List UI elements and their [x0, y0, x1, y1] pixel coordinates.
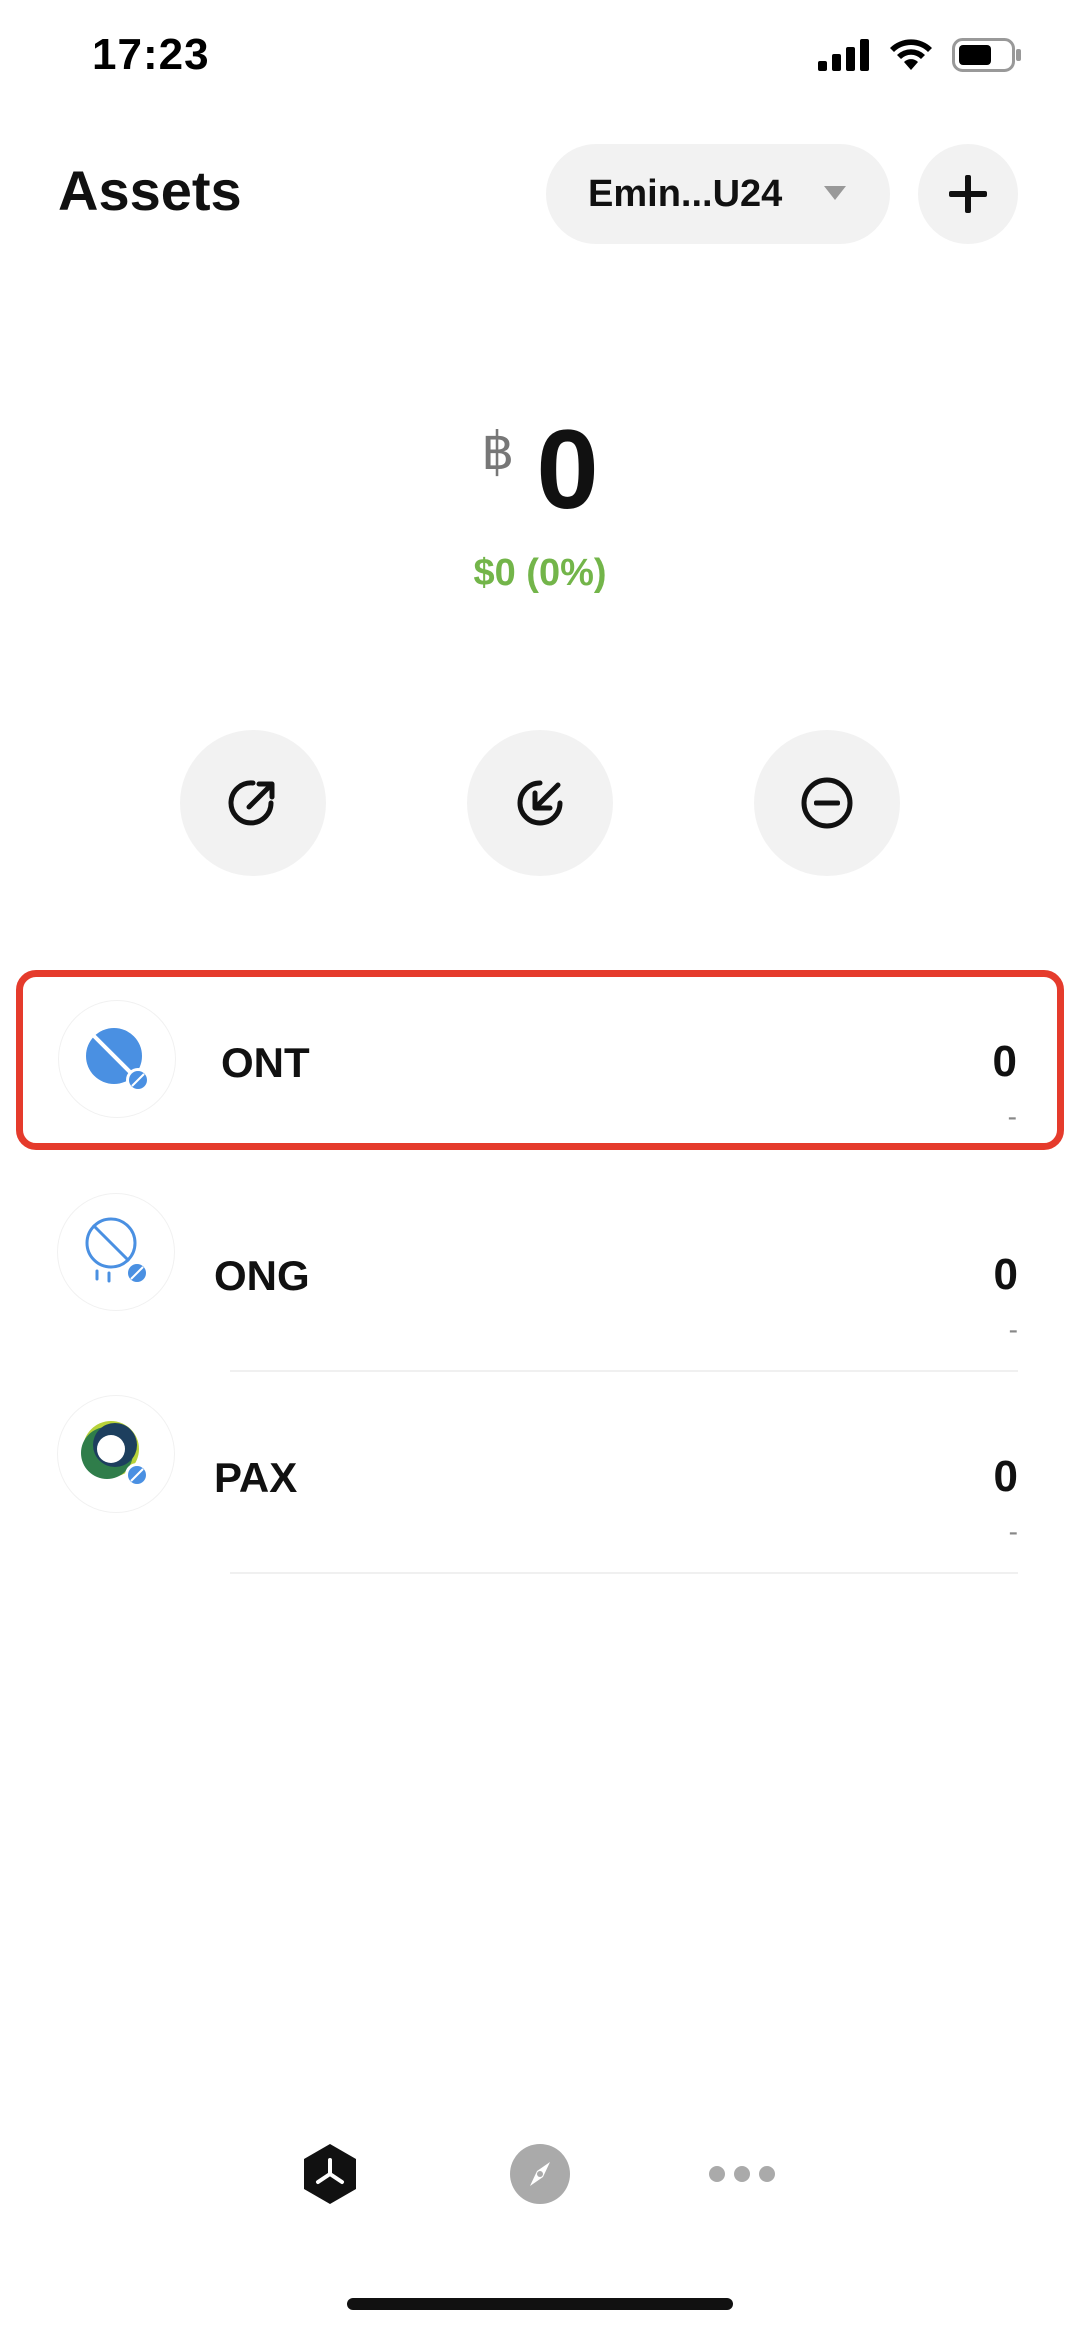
asset-amount: 0: [993, 1250, 1018, 1299]
ont-icon: [59, 1001, 175, 1117]
minus-circle-icon: [801, 777, 853, 829]
asset-fiat-value: -: [1007, 1101, 1017, 1132]
asset-symbol: PAX: [214, 1454, 298, 1501]
nav-assets[interactable]: [290, 2134, 370, 2214]
fiat-change: $0 (0%): [473, 552, 607, 594]
asset-amount: 0: [993, 1452, 1018, 1501]
caret-down-icon: [824, 186, 846, 200]
asset-fiat-value: -: [1008, 1314, 1018, 1345]
balance-amount: 0: [536, 407, 599, 532]
asset-symbol: ONG: [214, 1252, 310, 1299]
bottom-nav: [0, 2130, 1080, 2210]
send-button[interactable]: [180, 730, 326, 876]
cellular-signal-icon: [818, 39, 869, 71]
asset-fiat-value: -: [1008, 1516, 1018, 1547]
ong-icon: [58, 1194, 174, 1310]
wallet-selector[interactable]: Emin...U24: [546, 144, 890, 244]
page-title: Assets: [58, 159, 242, 222]
more-dots-icon: [709, 2166, 775, 2182]
wallet-name: Emin...U24: [588, 172, 783, 215]
wifi-icon: [890, 39, 932, 70]
home-indicator: [347, 2298, 733, 2310]
status-icons: [818, 38, 1022, 72]
asset-row-ont[interactable]: ONT 0 -: [16, 970, 1064, 1150]
divider: [230, 1572, 1018, 1574]
asset-symbol: ONT: [221, 1039, 310, 1086]
header: Assets Emin...U24: [0, 140, 1080, 250]
compass-icon: [510, 2144, 570, 2204]
receive-arrow-down-left-icon: [517, 780, 563, 826]
plus-icon: [949, 175, 987, 213]
asset-list: ONT 0 - ONG 0 - PAX 0 -: [0, 970, 1080, 1574]
balance-section: ฿ 0 $0 (0%): [0, 410, 1080, 595]
send-arrow-up-right-icon: [228, 780, 275, 826]
pax-icon: [58, 1396, 174, 1512]
nav-more[interactable]: [702, 2134, 782, 2214]
currency-symbol: ฿: [481, 423, 515, 481]
add-wallet-button[interactable]: [918, 144, 1018, 244]
status-time: 17:23: [92, 30, 210, 79]
nav-discover[interactable]: [500, 2134, 580, 2214]
cube-icon: [304, 2144, 356, 2204]
asset-row-pax[interactable]: PAX 0 -: [0, 1372, 1080, 1574]
asset-amount: 0: [992, 1037, 1017, 1086]
battery-icon: [952, 38, 1021, 72]
remove-button[interactable]: [754, 730, 900, 876]
asset-row-ong[interactable]: ONG 0 -: [0, 1170, 1080, 1372]
status-bar: 17:23: [0, 0, 1080, 120]
action-buttons: [0, 730, 1080, 876]
receive-button[interactable]: [467, 730, 613, 876]
